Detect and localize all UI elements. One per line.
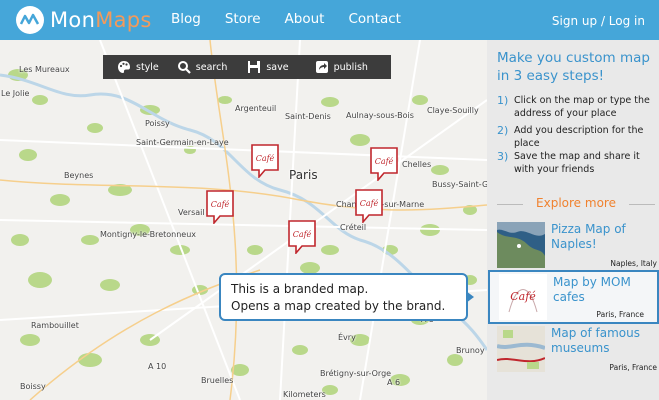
- step-2: 2) Add you description for the place: [497, 124, 657, 150]
- map-pin-cafe[interactable]: Café: [206, 190, 234, 226]
- explore-more-heading: Explore more: [497, 196, 655, 210]
- place-label: Bussy-Saint-Ge: [432, 180, 487, 189]
- right-sidebar: Make you custom map in 3 easy steps! 1) …: [487, 40, 659, 400]
- place-label: Brunoy: [456, 346, 485, 355]
- pin-label: Café: [375, 157, 394, 166]
- search-button[interactable]: search: [177, 60, 228, 74]
- place-label: Saint-Germain-en-Laye: [136, 138, 229, 147]
- city-label: Paris: [289, 168, 318, 182]
- road-label: A 10: [148, 362, 167, 371]
- map-card-pizza[interactable]: Pizza Map of Naples! Naples, Italy: [497, 222, 657, 270]
- signup-login-link[interactable]: Sign up / Log in: [552, 14, 645, 28]
- card-title: Pizza Map of Naples!: [551, 222, 626, 251]
- place-label: Argenteuil: [235, 104, 277, 113]
- step-text: Add you description for the place: [514, 125, 644, 149]
- publish-label: publish: [333, 61, 368, 73]
- brand-name-part2: Maps: [95, 8, 152, 32]
- place-label: Évry: [338, 333, 356, 342]
- map-card-museums[interactable]: Map of famous museums Paris, France: [497, 326, 657, 374]
- place-label: Beynes: [64, 171, 94, 180]
- brand-logo[interactable]: MonMaps: [16, 6, 152, 34]
- search-label: search: [195, 61, 228, 73]
- pin-label: Café: [256, 154, 275, 163]
- step-text: Save the map and share it with your frie…: [514, 151, 640, 175]
- save-button[interactable]: save: [247, 60, 289, 74]
- place-label: Saint-Denis: [285, 112, 331, 121]
- annotation-callout: This is a branded map. Opens a map creat…: [219, 273, 468, 321]
- place-label: Boissy: [20, 382, 46, 391]
- nav-store[interactable]: Store: [225, 11, 261, 27]
- callout-line-1: This is a branded map.: [231, 282, 369, 296]
- card-title: Map by MOM cafes: [553, 275, 631, 304]
- map-pin-cafe[interactable]: Café: [288, 220, 316, 256]
- brand-name: MonMaps: [50, 8, 152, 32]
- place-label: Claye-Souilly: [427, 106, 479, 115]
- step-number: 3): [497, 150, 509, 163]
- style-label: style: [136, 61, 159, 73]
- card-location: Paris, France: [596, 310, 644, 319]
- place-label: Montigny-le-Bretonneux: [100, 230, 197, 239]
- place-label: Aulnay-sous-Bois: [346, 111, 414, 120]
- pin-label: Café: [211, 200, 230, 209]
- callout-arrow-icon: [466, 291, 474, 303]
- style-button[interactable]: style: [117, 60, 159, 74]
- card-location: Naples, Italy: [610, 259, 657, 268]
- nav-about[interactable]: About: [285, 11, 325, 27]
- logo-icon: [16, 6, 44, 34]
- main-nav: Blog Store About Contact: [171, 11, 425, 27]
- share-icon: [315, 60, 329, 74]
- card-location: Paris, France: [609, 363, 657, 372]
- place-label: Créteil: [340, 223, 367, 232]
- map-canvas[interactable]: Les Mureaux Argenteuil Saint-Denis Aulna…: [0, 40, 487, 400]
- panel-title: Make you custom map in 3 easy steps!: [497, 50, 650, 84]
- place-label: Les Mureaux: [19, 65, 70, 74]
- map-background: [0, 40, 487, 400]
- step-number: 1): [497, 94, 509, 107]
- map-thumbnail-icon: [497, 326, 545, 372]
- map-pin-cafe[interactable]: Café: [370, 147, 398, 183]
- map-scale-label: Kilometers: [283, 390, 326, 399]
- brand-name-part1: Mon: [50, 8, 96, 32]
- road-label: A 6: [387, 378, 401, 387]
- save-label: save: [266, 61, 289, 73]
- place-label: Chelles: [402, 160, 432, 169]
- svg-text:Café: Café: [510, 290, 536, 303]
- publish-button[interactable]: publish: [315, 60, 368, 74]
- step-3: 3) Save the map and share it with your f…: [497, 150, 657, 176]
- place-label: Brétigny-sur-Orge: [320, 369, 392, 378]
- search-icon: [177, 60, 191, 74]
- callout-line-2: Opens a map created by the brand.: [231, 299, 446, 313]
- place-label: Versail: [178, 208, 205, 217]
- nav-blog[interactable]: Blog: [171, 11, 201, 27]
- top-navigation-bar: MonMaps Blog Store About Contact Sign up…: [0, 0, 659, 40]
- step-number: 2): [497, 124, 509, 137]
- cafe-logo-thumbnail-icon: Café: [499, 274, 547, 320]
- palette-icon: [117, 60, 131, 74]
- place-label: Bruelles: [201, 376, 234, 385]
- map-card-mom-cafes[interactable]: Café Map by MOM cafes Paris, France: [488, 270, 659, 324]
- map-toolbar: style search save publish: [103, 55, 391, 79]
- place-label: Rambouillet: [31, 321, 79, 330]
- map-pin-cafe[interactable]: Café: [251, 144, 279, 180]
- card-title: Map of famous museums: [551, 326, 640, 355]
- pin-label: Café: [360, 199, 379, 208]
- place-label: Poissy: [145, 119, 170, 128]
- map-thumbnail-icon: [497, 222, 545, 268]
- nav-contact[interactable]: Contact: [348, 11, 401, 27]
- save-icon: [247, 60, 261, 74]
- step-text: Click on the map or type the address of …: [514, 95, 650, 119]
- step-1: 1) Click on the map or type the address …: [497, 94, 657, 120]
- pin-label: Café: [293, 230, 312, 239]
- map-pin-cafe[interactable]: Café: [355, 189, 383, 225]
- place-label: Le Jolie: [1, 89, 30, 98]
